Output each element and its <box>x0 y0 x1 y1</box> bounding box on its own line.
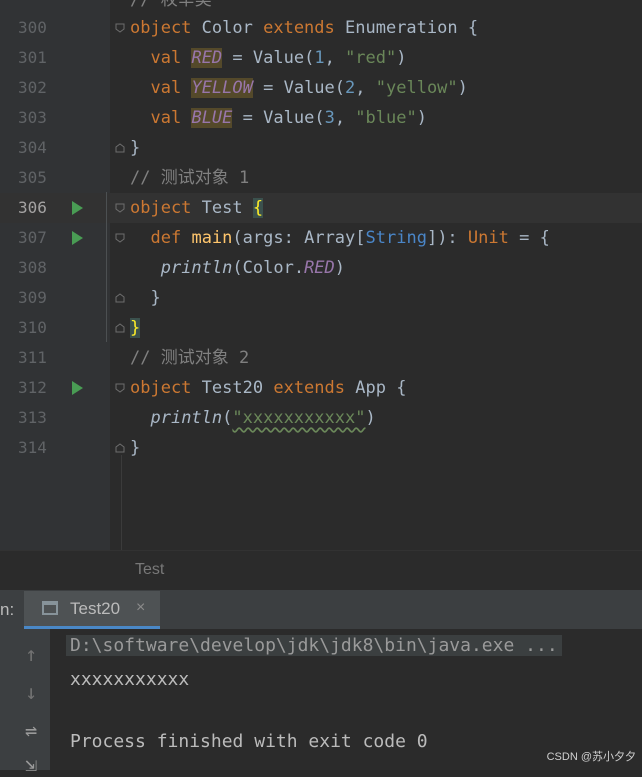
watermark: CSDN @苏小夕夕 <box>546 751 636 763</box>
soft-wrap-icon[interactable]: ⇌ <box>18 717 44 743</box>
run-icon[interactable] <box>72 201 83 215</box>
code-text: object Test { <box>130 198 264 218</box>
fold-end-icon[interactable] <box>115 443 125 453</box>
code-text: println("xxxxxxxxxxx") <box>150 408 376 428</box>
code-text: } <box>130 318 141 338</box>
line-number: 301 <box>18 48 47 67</box>
line-number: 309 <box>18 288 47 307</box>
code-text: } <box>130 288 161 308</box>
code-line: 303 val BLUE = Value(3, "blue") <box>0 103 642 133</box>
code-text: val YELLOW = Value(2, "yellow") <box>150 78 468 98</box>
code-line: 307 def main(args: Array[String]): Unit … <box>0 223 642 253</box>
fold-icon[interactable] <box>115 203 125 213</box>
line-number: 305 <box>18 168 47 187</box>
code-text: } <box>130 138 141 158</box>
console-icon <box>42 601 58 615</box>
line-number: 303 <box>18 108 47 127</box>
run-toolbar: ↑ ↓ ⇌ ⇲ <box>0 629 50 776</box>
code-text: object Test20 extends App { <box>130 378 407 398</box>
code-text: val BLUE = Value(3, "blue") <box>150 108 427 128</box>
line-number: 310 <box>18 318 47 337</box>
console-command-line: D:\software\develop\jdk\jdk8\bin\java.ex… <box>66 635 562 656</box>
comment: // 测试对象 2 <box>130 348 250 368</box>
code-line: 310 } <box>0 313 642 343</box>
fold-end-icon[interactable] <box>115 293 125 303</box>
line-number: 304 <box>18 138 47 157</box>
line-number: 306 <box>18 198 47 217</box>
line-number: 300 <box>18 18 47 37</box>
line-number: 311 <box>18 348 47 367</box>
fold-icon[interactable] <box>115 233 125 243</box>
line-number: 313 <box>18 408 47 427</box>
code-line: 313 println("xxxxxxxxxxx") <box>0 403 642 433</box>
close-icon[interactable]: × <box>136 599 145 617</box>
fold-icon[interactable] <box>115 23 125 33</box>
breadcrumb-item[interactable]: Test <box>135 561 164 579</box>
code-text: println(Color.RED) <box>160 258 346 278</box>
code-line: 311 // 测试对象 2 <box>0 343 642 373</box>
fold-end-icon[interactable] <box>115 143 125 153</box>
code-line: 301 val RED = Value(1, "red") <box>0 43 642 73</box>
tab-title: Test20 <box>70 599 121 618</box>
line-number: 314 <box>18 438 47 457</box>
code-text: } <box>130 438 141 458</box>
run-icon[interactable] <box>72 231 83 245</box>
code-text: def main(args: Array[String]): Unit = { <box>150 228 550 248</box>
breadcrumb[interactable]: Test <box>0 550 642 590</box>
indent-guide <box>121 455 122 550</box>
code-line: 308 println(Color.RED) <box>0 253 642 283</box>
code-line: 305 // 测试对象 1 <box>0 163 642 193</box>
code-editor[interactable]: // 枚举类 300 object Color extends Enumerat… <box>0 0 642 590</box>
tab-test20[interactable]: Test20 × <box>24 591 160 629</box>
run-label: n: <box>0 600 15 619</box>
fold-icon[interactable] <box>115 383 125 393</box>
code-text: object Color extends Enumeration { <box>130 18 479 38</box>
console-exit-line: Process finished with exit code 0 <box>70 731 428 752</box>
code-text: val RED = Value(1, "red") <box>150 48 407 68</box>
line-number: 302 <box>18 78 47 97</box>
console-output-line: xxxxxxxxxxx <box>70 669 190 690</box>
change-marker <box>106 192 107 342</box>
run-panel: n: Test20 × ↑ ↓ ⇌ ⇲ D:\software\develop\… <box>0 590 642 776</box>
code-line: 309 } <box>0 283 642 313</box>
line-number: 312 <box>18 378 47 397</box>
run-header: n: Test20 × <box>0 591 642 629</box>
code-line: 314 } <box>0 433 642 463</box>
code-line-current: 306 object Test { <box>0 193 642 223</box>
code-line: 304 } <box>0 133 642 163</box>
code-line: 300 object Color extends Enumeration { <box>0 13 642 43</box>
comment: // 测试对象 1 <box>130 168 250 188</box>
arrow-up-icon[interactable]: ↑ <box>18 641 44 667</box>
code-line: 302 val YELLOW = Value(2, "yellow") <box>0 73 642 103</box>
fold-end-icon[interactable] <box>115 323 125 333</box>
code-line: 312 object Test20 extends App { <box>0 373 642 403</box>
arrow-down-icon[interactable]: ↓ <box>18 679 44 705</box>
run-icon[interactable] <box>72 381 83 395</box>
line-number: 308 <box>18 258 47 277</box>
scroll-to-end-icon[interactable]: ⇲ <box>18 751 44 777</box>
line-number: 307 <box>18 228 47 247</box>
